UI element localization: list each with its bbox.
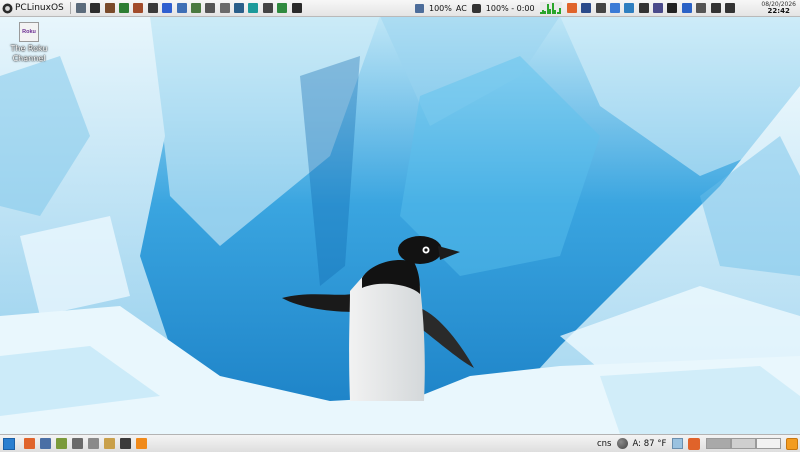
vlc-tray-icon[interactable] [786, 437, 799, 450]
messenger-icon[interactable] [653, 3, 664, 13]
taskbar-launchers [21, 438, 149, 449]
volume-icon[interactable] [415, 3, 424, 13]
cpu-graph[interactable] [539, 2, 562, 14]
omega-icon[interactable] [638, 3, 649, 13]
download-icon[interactable] [595, 3, 606, 13]
panel-separator [69, 2, 71, 14]
image-viewer-icon[interactable] [190, 3, 201, 13]
video-player-icon[interactable] [291, 3, 302, 13]
wrench-icon[interactable] [219, 3, 230, 13]
speaker-icon[interactable] [724, 3, 735, 13]
bottom-tray: cns A: 87 °F [594, 435, 799, 452]
menu-label: PCLinuxOS [15, 3, 64, 13]
battery-icon[interactable] [710, 3, 721, 13]
image-taskbar-icon[interactable] [71, 438, 83, 449]
penguin-iceberg-image [0, 16, 800, 434]
system-monitor-icon[interactable] [234, 3, 245, 13]
check-edit-icon[interactable] [119, 3, 130, 13]
window-icon[interactable] [176, 3, 187, 13]
network-icon[interactable] [248, 3, 259, 13]
ac-label: AC [455, 3, 467, 13]
pager-desktop-1[interactable] [706, 438, 732, 449]
desktop-pager[interactable] [706, 438, 782, 449]
vlc-icon[interactable] [135, 438, 147, 449]
chromium-icon[interactable] [609, 3, 620, 13]
pager-desktop-3[interactable] [756, 438, 782, 449]
show-desktop-icon[interactable] [3, 437, 15, 450]
terminal-taskbar-icon[interactable] [119, 438, 131, 449]
editor-icon[interactable] [55, 438, 67, 449]
keyboard-icon[interactable] [672, 438, 684, 449]
cpu-graph-bar [559, 8, 562, 14]
pager-desktop-2[interactable] [731, 438, 757, 449]
clock-time: 22:42 [767, 7, 790, 15]
tray-icons [565, 3, 738, 13]
desktop-icon-roku-channel[interactable]: Roku The Roku Channel [8, 22, 50, 64]
clipboard-icon[interactable] [696, 3, 707, 13]
firefox-icon[interactable] [566, 3, 577, 13]
disk-icon[interactable] [147, 3, 158, 13]
circle-app-icon[interactable] [162, 3, 173, 13]
firefox-taskbar-icon[interactable] [23, 438, 35, 449]
settings-tools-icon[interactable] [104, 3, 115, 13]
terminal-icon[interactable] [90, 3, 101, 13]
vpn-shield-icon[interactable] [581, 3, 592, 13]
file-manager-icon[interactable] [277, 3, 288, 13]
pclinuxos-menu-button[interactable]: PCLinuxOS [0, 0, 67, 16]
top-panel: PCLinuxOS 100% AC 100% - 0:00 08/20/2026… [0, 0, 800, 17]
firefox-window-icon[interactable] [688, 437, 701, 450]
pclinuxos-logo-icon [2, 3, 13, 13]
quick-launch-bar [74, 3, 304, 13]
bluetooth-icon[interactable] [681, 3, 692, 13]
battery-status-icon[interactable] [471, 3, 481, 13]
terminal-tray-icon[interactable] [667, 3, 678, 13]
weather-icon [616, 438, 628, 449]
layout-indicator[interactable]: cns [597, 439, 612, 449]
clock[interactable]: 08/20/2026 22:42 [761, 1, 796, 15]
desktop-icon-label: The Roku Channel [10, 44, 48, 63]
app-menu-icon[interactable] [75, 3, 86, 13]
calculator-icon[interactable] [205, 3, 216, 13]
roku-app-icon: Roku [19, 22, 39, 42]
battery-text: 100% - 0:00 [485, 3, 535, 13]
bottom-panel: cns A: 87 °F [0, 434, 800, 452]
weather-text[interactable]: A: 87 °F [633, 439, 667, 449]
desktop-wallpaper [0, 16, 800, 434]
folder-icon[interactable] [103, 438, 115, 449]
settings-taskbar-icon[interactable] [87, 438, 99, 449]
system-tray: 100% AC 100% - 0:00 [412, 0, 737, 16]
globe-icon[interactable] [624, 3, 635, 13]
roku-badge: Roku [22, 29, 36, 35]
screenshot-icon[interactable] [262, 3, 273, 13]
package-icon[interactable] [133, 3, 144, 13]
mail-icon[interactable] [39, 438, 51, 449]
volume-percent: 100% [429, 3, 452, 13]
